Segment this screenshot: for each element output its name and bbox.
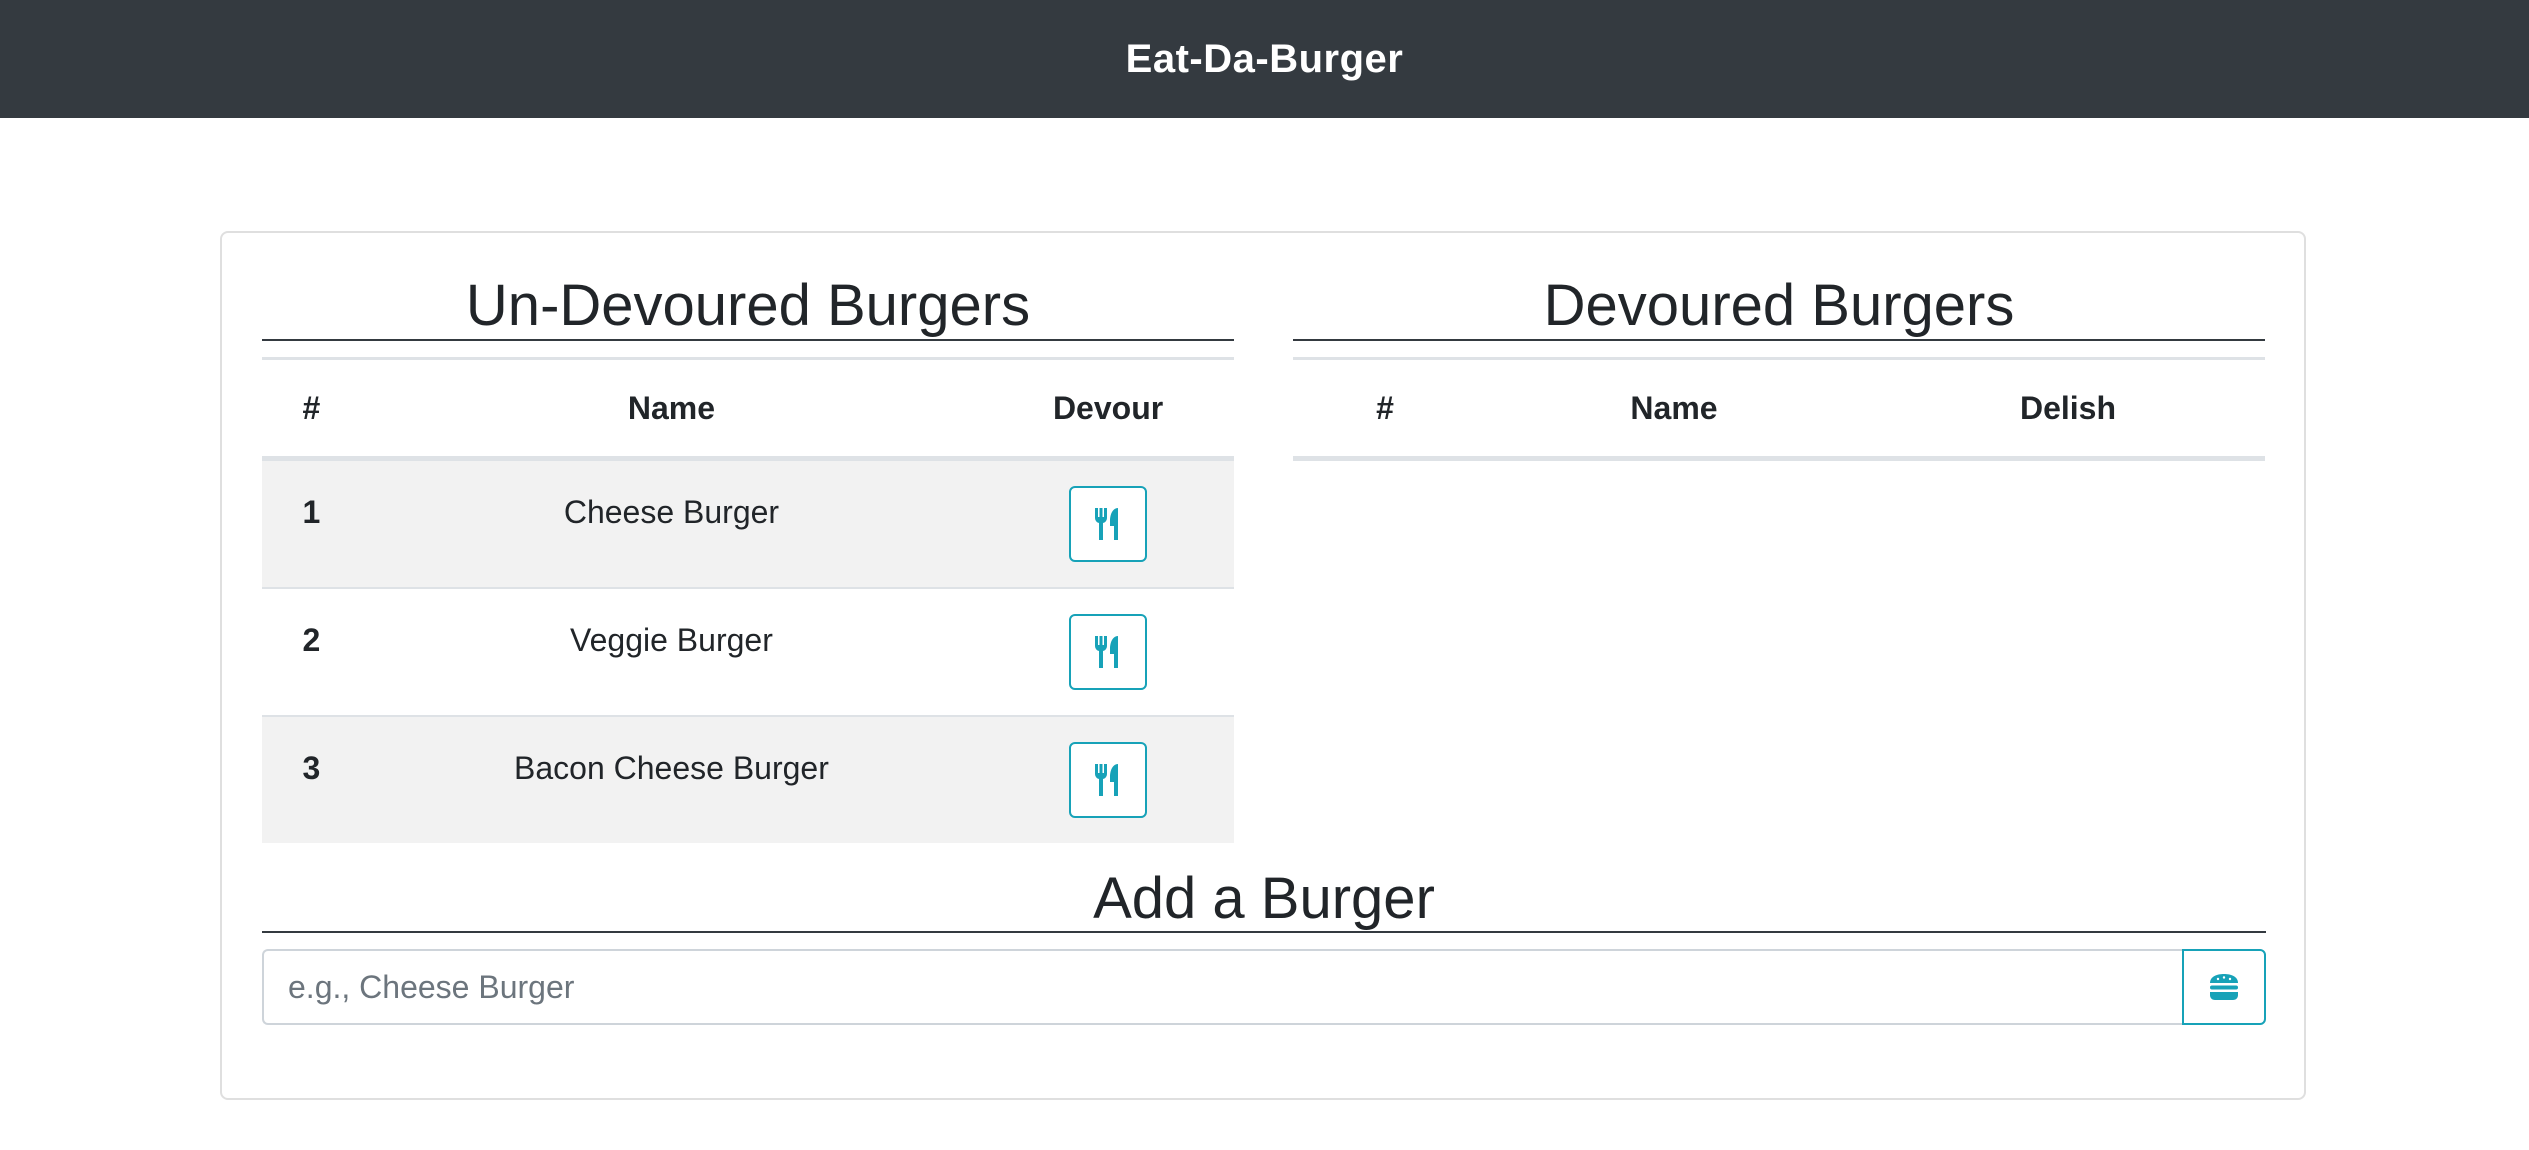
navbar-brand[interactable]: Eat-Da-Burger (1126, 37, 1404, 82)
row-action (982, 587, 1234, 716)
header-num: # (1293, 357, 1477, 461)
row-num: 1 (262, 457, 361, 588)
utensils-icon (1095, 508, 1119, 540)
utensils-icon (1095, 764, 1119, 796)
add-burger-section: Add a Burger (262, 867, 2266, 1025)
undevoured-title: Un-Devoured Burgers (262, 273, 1234, 341)
row-name: Bacon Cheese Burger (360, 715, 983, 843)
devoured-section: Devoured Burgers # Name Delish (1293, 273, 2265, 461)
burger-name-input[interactable] (262, 949, 2182, 1025)
row-name: Cheese Burger (360, 457, 983, 588)
row-num: 3 (262, 715, 361, 843)
add-burger-input-group (262, 949, 2266, 1025)
devoured-title: Devoured Burgers (1293, 273, 2265, 341)
row-action (982, 715, 1234, 843)
devour-button[interactable] (1069, 486, 1148, 562)
row-name: Veggie Burger (360, 587, 983, 716)
table-row: 1 Cheese Burger (262, 457, 1234, 588)
header-devour: Devour (982, 357, 1234, 461)
row-name-text: Veggie Burger (570, 621, 773, 658)
table-row: 3 Bacon Cheese Burger (262, 715, 1234, 843)
row-action (982, 457, 1234, 588)
header-delish: Delish (1871, 357, 2265, 461)
add-burger-button[interactable] (2182, 949, 2266, 1025)
utensils-icon (1095, 636, 1119, 668)
header-name: Name (1477, 357, 1871, 461)
hamburger-icon (2210, 974, 2238, 1000)
navbar: Eat-Da-Burger (0, 0, 2529, 118)
devoured-table: # Name Delish (1293, 357, 2265, 461)
row-num-text: 3 (302, 749, 321, 786)
table-header-row: # Name Delish (1293, 357, 2265, 461)
row-name-text: Bacon Cheese Burger (514, 749, 829, 786)
add-burger-title: Add a Burger (262, 867, 2266, 933)
table-header-row: # Name Devour (262, 357, 1234, 461)
devour-button[interactable] (1069, 742, 1148, 818)
devour-button[interactable] (1069, 614, 1148, 690)
main-card: Un-Devoured Burgers # Name Devour 1 Chee… (220, 231, 2306, 1100)
table-row: 2 Veggie Burger (262, 587, 1234, 716)
row-name-text: Cheese Burger (563, 493, 780, 530)
row-num: 2 (262, 587, 361, 716)
undevoured-section: Un-Devoured Burgers # Name Devour 1 Chee… (262, 273, 1234, 843)
row-num-text: 1 (302, 493, 321, 530)
undevoured-table: # Name Devour 1 Cheese Burger 2 Veggie B… (262, 357, 1234, 843)
header-num: # (262, 357, 361, 461)
header-name: Name (360, 357, 983, 461)
row-num-text: 2 (302, 621, 321, 658)
